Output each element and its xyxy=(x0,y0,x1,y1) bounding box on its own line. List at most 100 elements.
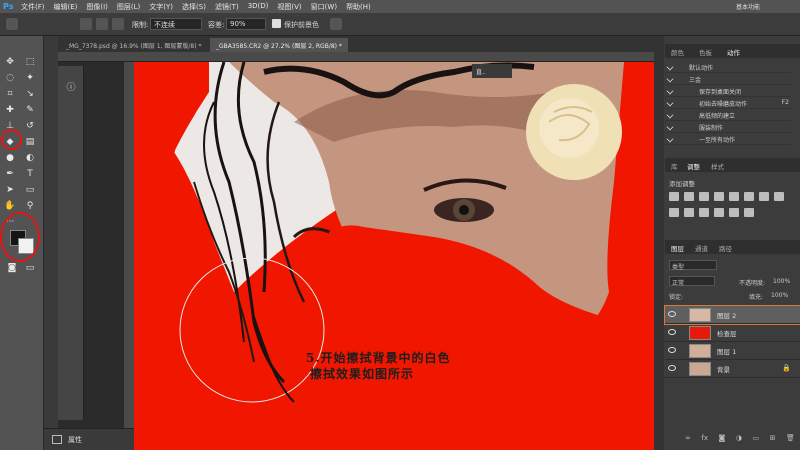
adjustment-icon[interactable] xyxy=(714,192,724,201)
tab-layers[interactable]: 图层 xyxy=(671,243,684,253)
tab-adjustments[interactable]: 调整 xyxy=(687,161,700,171)
doc-tab-2[interactable]: _GBA3585.CR2 @ 27.2% (图层 2, RGB/8) * xyxy=(210,38,348,52)
menu-item-5[interactable]: 选择(S) xyxy=(182,2,206,12)
pen-tool-icon[interactable]: ✒ xyxy=(4,168,16,180)
info-icon[interactable]: ⓘ xyxy=(65,82,77,94)
menu-item-2[interactable]: 图像(I) xyxy=(86,2,108,12)
adjustment-layer-icon[interactable]: ◑ xyxy=(736,434,742,444)
adjustment-icon[interactable] xyxy=(684,192,694,201)
fill-input[interactable]: 100% xyxy=(771,292,788,299)
check-icon[interactable] xyxy=(666,75,674,83)
new-layer-icon[interactable]: ⊞ xyxy=(770,434,776,444)
eraser-tool-preset-icon[interactable] xyxy=(6,18,18,30)
crop-tool-icon[interactable]: ⌗ xyxy=(4,88,16,100)
fx-icon[interactable]: fx xyxy=(701,434,708,444)
adjustment-icon[interactable] xyxy=(699,208,709,217)
tolerance-input[interactable]: 90% xyxy=(226,18,266,30)
adjustment-icon[interactable] xyxy=(684,208,694,217)
menu-item-4[interactable]: 文字(Y) xyxy=(149,2,173,12)
history-brush-icon[interactable]: ↺ xyxy=(24,120,36,132)
properties-panel[interactable]: 属性 xyxy=(44,428,134,450)
add-mask-icon[interactable]: ◙ xyxy=(719,434,726,444)
check-icon[interactable] xyxy=(666,99,674,107)
visibility-eye-icon[interactable] xyxy=(668,329,676,335)
check-icon[interactable] xyxy=(666,111,674,119)
adjustment-icon[interactable] xyxy=(729,192,739,201)
check-icon[interactable] xyxy=(666,63,674,71)
visibility-eye-icon[interactable] xyxy=(668,347,676,353)
adjustment-icon[interactable] xyxy=(759,192,769,201)
menu-item-0[interactable]: 文件(F) xyxy=(21,2,45,12)
action-item[interactable]: 保存到桌面关闭 xyxy=(665,86,791,97)
move-tool-icon[interactable]: ✥ xyxy=(4,56,16,68)
healing-brush-icon[interactable]: ✚ xyxy=(4,104,16,116)
adjustment-icon[interactable] xyxy=(729,208,739,217)
type-tool-icon[interactable]: T xyxy=(24,168,36,180)
layer-thumbnail[interactable] xyxy=(689,308,711,322)
link-layers-icon[interactable]: ∞ xyxy=(685,434,691,444)
layer-filter-select[interactable]: 类型 xyxy=(669,260,717,271)
protect-foreground-checkbox[interactable] xyxy=(272,19,281,28)
adjustment-icon[interactable] xyxy=(699,192,709,201)
tab-styles[interactable]: 样式 xyxy=(711,161,724,171)
adjustment-icon[interactable] xyxy=(744,208,754,217)
action-item[interactable]: 高低频的建立 xyxy=(665,110,791,121)
blend-mode-select[interactable]: 正常 xyxy=(669,276,715,287)
blur-tool-icon[interactable]: ● xyxy=(4,152,16,164)
zoom-tool-icon[interactable]: ⚲ xyxy=(24,200,36,212)
check-icon[interactable] xyxy=(666,123,674,131)
opacity-input[interactable]: 100% xyxy=(773,278,790,285)
action-item[interactable]: 三金 xyxy=(665,74,791,85)
layer-row[interactable]: 检查层 xyxy=(665,324,800,342)
check-icon[interactable] xyxy=(666,87,674,95)
menu-item-8[interactable]: 视图(V) xyxy=(277,2,301,12)
doc-tab-1[interactable]: _MG_7378.psd @ 16.9% (图层 1, 图层蒙版/8) * xyxy=(60,38,208,52)
histogram-float-panel[interactable]: 直.. xyxy=(472,64,512,78)
action-item[interactable]: 初始去噪磨皮动作 F2 xyxy=(665,98,791,109)
layer-row[interactable]: 背景 🔒 xyxy=(665,360,800,378)
document-canvas[interactable]: 直.. xyxy=(134,62,654,450)
limits-select[interactable]: 不连续 xyxy=(150,18,202,30)
marquee-tool-icon[interactable]: ⬚ xyxy=(24,56,36,68)
trash-icon[interactable]: 🗑 xyxy=(786,434,795,444)
menu-item-10[interactable]: 帮助(H) xyxy=(346,2,371,12)
visibility-eye-icon[interactable] xyxy=(668,365,676,371)
adjustment-icon[interactable] xyxy=(774,192,784,201)
pressure-icon[interactable] xyxy=(330,18,342,30)
sampling-once-icon[interactable] xyxy=(96,18,108,30)
layer-row[interactable]: 图层 1 xyxy=(665,342,800,360)
tab-swatches[interactable]: 色板 xyxy=(699,47,712,57)
adjustment-icon[interactable] xyxy=(669,192,679,201)
workspace-label[interactable]: 基本功能 xyxy=(736,2,760,11)
menu-item-6[interactable]: 滤镜(T) xyxy=(215,2,239,12)
menu-item-7[interactable]: 3D(D) xyxy=(248,2,269,12)
lasso-tool-icon[interactable]: ◌ xyxy=(4,72,16,84)
tab-color[interactable]: 颜色 xyxy=(671,47,684,57)
tab-libraries[interactable]: 库 xyxy=(671,161,678,171)
eyedropper-icon[interactable]: ↘ xyxy=(24,88,36,100)
layer-thumbnail[interactable] xyxy=(689,344,711,358)
brush-tool-icon[interactable]: ✎ xyxy=(24,104,36,116)
check-icon[interactable] xyxy=(666,135,674,143)
action-item[interactable]: 一至所有动作 xyxy=(665,134,791,145)
action-item[interactable]: 默认动作 xyxy=(665,62,791,73)
path-selection-icon[interactable]: ➤ xyxy=(4,184,16,196)
layer-thumbnail[interactable] xyxy=(689,326,711,340)
dodge-tool-icon[interactable]: ◐ xyxy=(24,152,36,164)
layer-row[interactable]: 图层 2 xyxy=(664,305,800,325)
adjustment-icon[interactable] xyxy=(669,208,679,217)
magic-wand-icon[interactable]: ✦ xyxy=(24,72,36,84)
hand-tool-icon[interactable]: ✋ xyxy=(4,200,16,212)
screen-mode-icon[interactable]: ▭ xyxy=(24,262,36,274)
gradient-tool-icon[interactable]: ▤ xyxy=(24,136,36,148)
tab-actions[interactable]: 动作 xyxy=(727,47,740,57)
sampling-continuous-icon[interactable] xyxy=(80,18,92,30)
action-item[interactable]: 服装制作 xyxy=(665,122,791,133)
quick-mask-icon[interactable]: ◙ xyxy=(6,262,18,274)
adjustment-icon[interactable] xyxy=(744,192,754,201)
tab-channels[interactable]: 通道 xyxy=(695,243,708,253)
adjustment-icon[interactable] xyxy=(714,208,724,217)
menu-item-1[interactable]: 编辑(E) xyxy=(54,2,78,12)
layer-thumbnail[interactable] xyxy=(689,362,711,376)
group-icon[interactable]: ▭ xyxy=(752,434,759,444)
